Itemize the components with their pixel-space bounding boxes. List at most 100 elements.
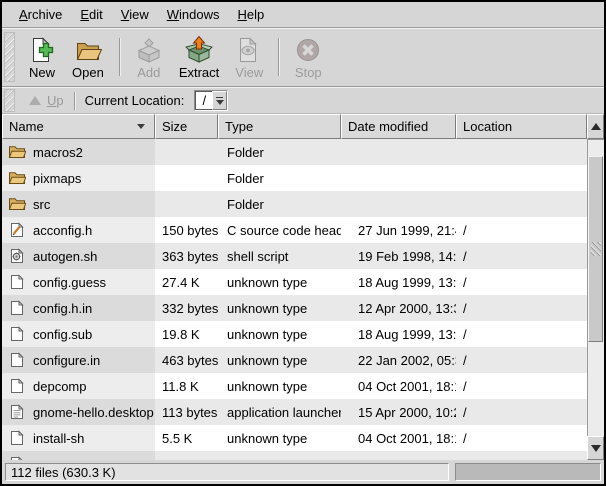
location-combo[interactable]: / — [194, 90, 228, 111]
statusbar: 112 files (630.3 K) — [2, 460, 604, 484]
table-row[interactable]: install-sh 5.5 K unknown type 04 Oct 200… — [2, 425, 587, 451]
file-icon — [8, 144, 26, 160]
name-cell: depcomp — [2, 373, 155, 399]
scrollbar-up-button[interactable] — [587, 114, 604, 139]
extract-icon — [185, 36, 213, 64]
location-cell: / — [456, 301, 587, 316]
type-cell: unknown type — [218, 301, 341, 316]
type-cell: unknown type — [218, 327, 341, 342]
size-cell: 463 bytes — [155, 353, 218, 368]
file-name: gnome-hello.desktop — [33, 405, 154, 420]
scrollbar-track[interactable] — [587, 139, 604, 460]
scrollbar-down-button[interactable] — [587, 436, 604, 460]
sort-indicator-icon[interactable] — [137, 124, 145, 129]
new-button[interactable]: New — [20, 34, 64, 81]
menu-view[interactable]: View — [112, 4, 158, 25]
arrow-up-icon — [591, 123, 601, 130]
new-archive-icon — [28, 36, 56, 64]
name-cell — [2, 451, 155, 460]
date-modified-cell: 18 Aug 1999, 13:53 — [341, 327, 456, 342]
extract-button[interactable]: Extract — [171, 34, 227, 81]
table-row[interactable]: depcomp 11.8 K unknown type 04 Oct 2001,… — [2, 373, 587, 399]
column-header-size[interactable]: Size — [155, 114, 218, 139]
size-cell: 113 bytes — [155, 405, 218, 420]
location-cell: / — [456, 431, 587, 446]
date-modified-cell: 18 Aug 1999, 13:53 — [341, 275, 456, 290]
location-cell: / — [456, 353, 587, 368]
name-cell: install-sh — [2, 425, 155, 451]
name-cell: config.sub — [2, 321, 155, 347]
location-bar-drag-handle[interactable] — [4, 89, 15, 112]
stop-button[interactable]: Stop — [286, 34, 330, 81]
column-header-name[interactable]: Name — [2, 114, 155, 139]
up-arrow-icon — [29, 96, 41, 105]
column-header-location[interactable]: Location — [456, 114, 587, 139]
table-row[interactable]: src Folder — [2, 191, 587, 217]
table-row[interactable]: pixmaps Folder — [2, 165, 587, 191]
file-name: autogen.sh — [33, 249, 97, 264]
location-cell: / — [456, 405, 587, 420]
date-modified-cell: 04 Oct 2001, 18:12 — [341, 379, 456, 394]
table-row[interactable]: macros2 Folder — [2, 139, 587, 165]
table-row[interactable]: acconfig.h 150 bytes C source code heade… — [2, 217, 587, 243]
name-cell: config.guess — [2, 269, 155, 295]
location-combo-arrow-button[interactable] — [212, 91, 227, 110]
table-row[interactable]: autogen.sh 363 bytes shell script 19 Feb… — [2, 243, 587, 269]
open-button[interactable]: Open — [64, 34, 112, 81]
scrollbar-thumb[interactable] — [588, 156, 603, 342]
menubar: Archive Edit View Windows Help — [2, 2, 604, 28]
date-modified-cell: 22 Jan 2002, 05:35 — [341, 353, 456, 368]
type-cell: application launcher — [218, 405, 341, 420]
file-name: config.sub — [33, 327, 92, 342]
size-cell: 19.8 K — [155, 327, 218, 342]
file-count-panel: 112 files (630.3 K) — [5, 463, 449, 481]
menu-help[interactable]: Help — [228, 4, 273, 25]
view-button-label: View — [235, 65, 263, 80]
menu-windows[interactable]: Windows — [158, 4, 229, 25]
table-row[interactable]: config.guess 27.4 K unknown type 18 Aug … — [2, 269, 587, 295]
table-row[interactable]: gnome-hello.desktop 113 bytes applicatio… — [2, 399, 587, 425]
file-name: install-sh — [33, 431, 84, 446]
column-header-date-modified[interactable]: Date modified — [341, 114, 456, 139]
file-icon — [8, 352, 26, 368]
open-archive-icon — [74, 36, 102, 64]
location-cell: / — [456, 249, 587, 264]
date-modified-cell: 12 Apr 2000, 13:36 — [341, 301, 456, 316]
add-button[interactable]: Add — [127, 34, 171, 81]
stop-button-label: Stop — [295, 65, 322, 80]
location-combo-value[interactable]: / — [195, 91, 212, 110]
date-modified-cell: 27 Jun 1999, 21:49 — [341, 223, 456, 238]
table-row[interactable]: configure.in 463 bytes unknown type 22 J… — [2, 347, 587, 373]
table-row-partial[interactable] — [2, 451, 587, 460]
column-header-type-label: Type — [225, 119, 253, 134]
up-button[interactable]: Up — [21, 91, 72, 110]
location-cell: / — [456, 379, 587, 394]
location-cell: / — [456, 275, 587, 290]
location-bar-separator — [74, 92, 75, 110]
column-header-type[interactable]: Type — [218, 114, 341, 139]
size-cell: 27.4 K — [155, 275, 218, 290]
file-icon — [8, 378, 26, 394]
name-cell: gnome-hello.desktop — [2, 399, 155, 425]
name-cell: acconfig.h — [2, 217, 155, 243]
type-cell: unknown type — [218, 431, 341, 446]
table-row[interactable]: config.h.in 332 bytes unknown type 12 Ap… — [2, 295, 587, 321]
file-name: configure.in — [33, 353, 100, 368]
size-cell: 150 bytes — [155, 223, 218, 238]
file-icon — [8, 300, 26, 316]
file-icon — [8, 222, 26, 238]
location-cell: / — [456, 223, 587, 238]
file-table: Name Size Type Date modified Location — [2, 114, 604, 460]
combo-indicator-bar — [216, 97, 223, 98]
column-header-location-label: Location — [463, 119, 512, 134]
type-cell: Folder — [218, 171, 341, 186]
chevron-down-icon — [216, 100, 224, 105]
view-button[interactable]: View — [227, 34, 271, 81]
menu-archive[interactable]: Archive — [10, 4, 71, 25]
table-row[interactable]: config.sub 19.8 K unknown type 18 Aug 19… — [2, 321, 587, 347]
toolbar-separator — [119, 38, 120, 76]
file-icon — [8, 404, 26, 420]
menu-edit[interactable]: Edit — [71, 4, 111, 25]
toolbar-drag-handle[interactable] — [4, 32, 15, 82]
file-name: config.h.in — [33, 301, 92, 316]
